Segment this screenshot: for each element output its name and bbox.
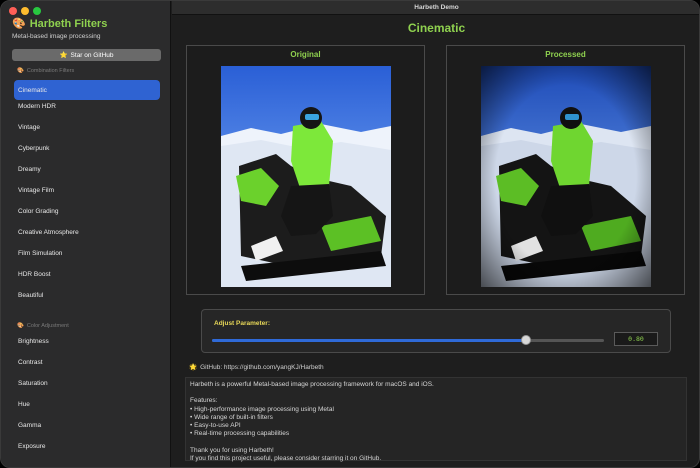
filter-item-vintage[interactable]: Vintage [14, 117, 160, 137]
filter-item-hue[interactable]: Hue [14, 394, 160, 414]
filter-item-brightness[interactable]: Brightness [14, 331, 160, 351]
app-subtitle: Metal-based image processing [12, 33, 101, 40]
github-link[interactable]: 🌟 GitHub: https://github.com/yangKJ/Harb… [189, 363, 324, 372]
processed-image [481, 66, 651, 287]
filter-item-label: HDR Boost [18, 270, 51, 278]
filter-item-label: Film Simulation [18, 249, 63, 257]
snowmobile-photo-original [221, 66, 391, 287]
filter-item-label: Cinematic [18, 86, 47, 94]
star-icon: ⭐ [59, 52, 68, 59]
window-title: Harbeth Demo [172, 1, 699, 15]
slider-knob[interactable] [520, 335, 531, 345]
filter-item-label: Hue [18, 400, 30, 408]
original-image [221, 66, 391, 287]
star-icon: 🌟 [189, 364, 198, 371]
filter-item-label: Brightness [18, 337, 49, 345]
filter-item-label: Creative Atmosphere [18, 228, 79, 236]
github-link-text: GitHub: https://github.com/yangKJ/Harbet… [200, 363, 324, 371]
section-header-label: Color Adjustment [26, 323, 69, 329]
original-panel: Original [186, 45, 425, 295]
filter-item-label: Gamma [18, 421, 42, 429]
filter-item-saturation[interactable]: Saturation [14, 373, 160, 393]
filter-item-beautiful[interactable]: Beautiful [14, 285, 160, 305]
filter-item-dreamy[interactable]: Dreamy [14, 159, 160, 179]
slider-fill [212, 339, 526, 342]
adjust-parameter-label: Adjust Parameter: [214, 320, 270, 327]
filter-item-modern-hdr[interactable]: Modern HDR [14, 96, 160, 116]
processed-panel: Processed [446, 45, 685, 295]
palette-icon: 🎨 [17, 68, 24, 74]
filter-item-cyberpunk[interactable]: Cyberpunk [14, 138, 160, 158]
filter-item-label: Exposure [18, 442, 46, 450]
filter-item-label: Dreamy [18, 165, 41, 173]
filter-item-color-grading[interactable]: Color Grading [14, 201, 160, 221]
star-on-github-button[interactable]: ⭐ Star on GitHub [12, 49, 161, 61]
app-title-text: Harbeth Filters [29, 17, 108, 30]
app-window: 🎨 Harbeth Filters Metal-based image proc… [0, 0, 700, 468]
filter-item-label: Vintage [18, 123, 40, 131]
adjust-parameter-panel: Adjust Parameter: 0.80 [201, 309, 671, 353]
filter-item-label: Saturation [18, 379, 48, 387]
color-adjustment-header: 🎨 Color Adjustment [17, 323, 69, 329]
info-text-area[interactable]: Harbeth is a powerful Metal-based image … [185, 377, 687, 462]
parameter-value-field[interactable]: 0.80 [614, 332, 658, 346]
snowmobile-photo-processed [481, 66, 651, 287]
filter-item-exposure[interactable]: Exposure [14, 436, 160, 456]
parameter-slider[interactable] [212, 335, 604, 345]
filter-item-gamma[interactable]: Gamma [14, 415, 160, 435]
filter-item-label: Modern HDR [18, 102, 56, 110]
filter-item-vintage-film[interactable]: Vintage Film [14, 180, 160, 200]
window-controls [9, 7, 41, 15]
filter-item-creative-atmosphere[interactable]: Creative Atmosphere [14, 222, 160, 242]
section-header-label: Combination Filters [26, 68, 75, 74]
filter-item-label: Beautiful [18, 291, 44, 299]
filter-item-label: Vintage Film [18, 186, 55, 194]
filter-item-film-simulation[interactable]: Film Simulation [14, 243, 160, 263]
close-button[interactable] [9, 7, 17, 15]
zoom-button[interactable] [33, 7, 41, 15]
star-button-label: Star on GitHub [70, 51, 114, 59]
filter-title: Cinematic [407, 21, 466, 35]
processed-label: Processed [545, 50, 586, 59]
sidebar: 🎨 Harbeth Filters Metal-based image proc… [1, 1, 171, 467]
app-title: 🎨 Harbeth Filters [12, 17, 108, 31]
palette-icon: 🎨 [17, 323, 24, 329]
original-label: Original [290, 50, 321, 59]
minimize-button[interactable] [21, 7, 29, 15]
filter-item-label: Color Grading [18, 207, 59, 215]
palette-icon: 🎨 [12, 18, 26, 30]
filter-item-hdr-boost[interactable]: HDR Boost [14, 264, 160, 284]
combination-filters-header: 🎨 Combination Filters [17, 68, 74, 74]
filter-item-label: Cyberpunk [18, 144, 50, 152]
filter-item-label: Contrast [18, 358, 43, 366]
filter-item-contrast[interactable]: Contrast [14, 352, 160, 372]
